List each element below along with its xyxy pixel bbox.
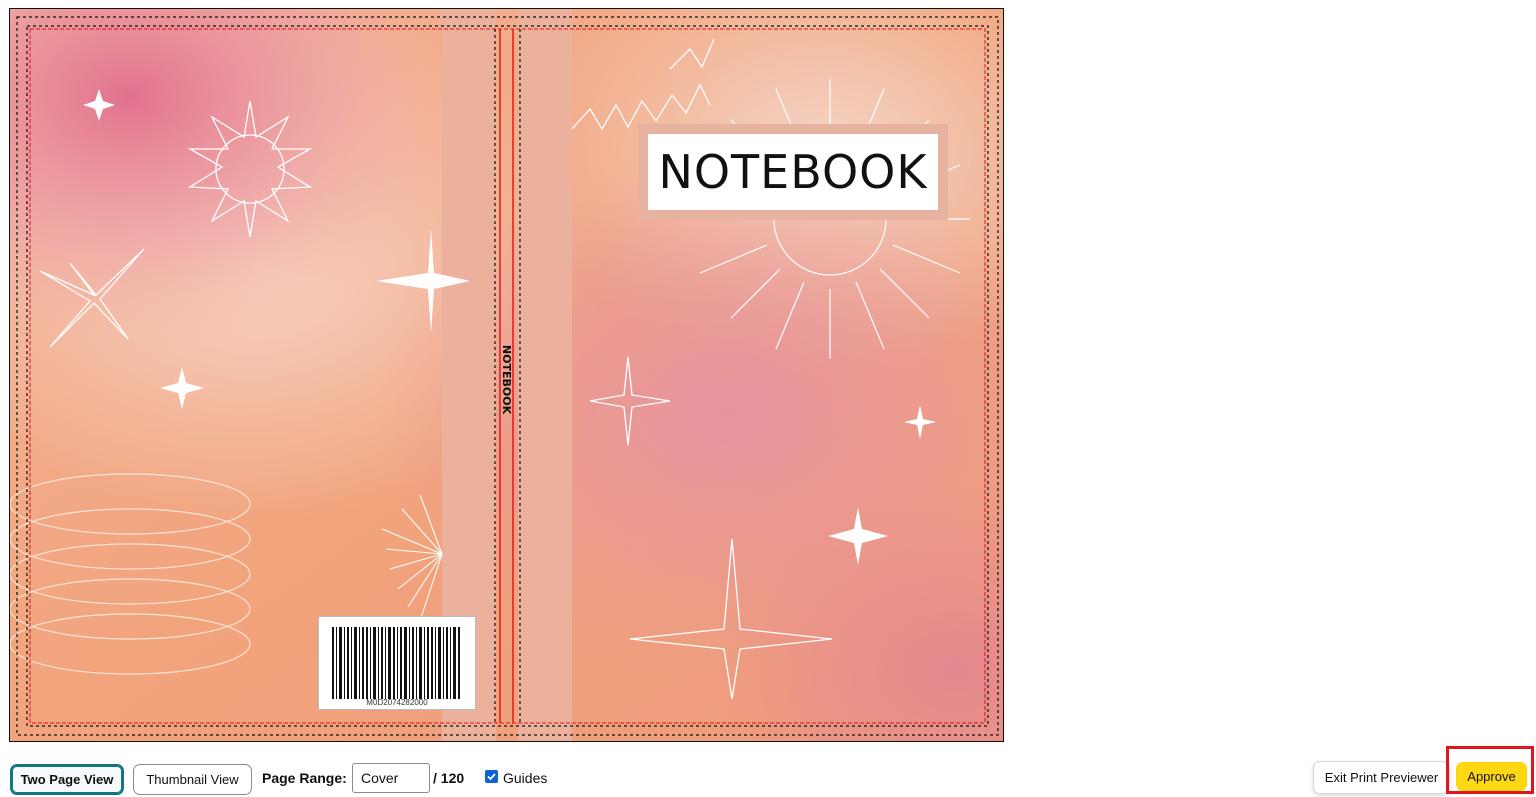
page-range-label: Page Range: — [262, 770, 347, 786]
barcode: M0D2074282000 — [318, 616, 476, 710]
barcode-bars — [332, 627, 460, 699]
cover-title-box: NOTEBOOK — [638, 124, 948, 220]
thumbnail-view-button[interactable]: Thumbnail View — [133, 764, 252, 795]
barcode-number: M0D2074282000 — [366, 698, 428, 707]
exit-print-previewer-button[interactable]: Exit Print Previewer — [1313, 761, 1450, 794]
spine-title: NOTEBOOK — [500, 339, 514, 419]
guides-checkbox[interactable] — [485, 770, 498, 783]
guides-label[interactable]: Guides — [503, 770, 547, 786]
spine-title-text: NOTEBOOK — [500, 344, 514, 414]
cover-preview: NOTEBOOK NOTEBOOK M0D2074282000 — [9, 8, 1004, 742]
page-total: / 120 — [433, 770, 465, 786]
checkmark-icon — [487, 773, 496, 781]
approve-button[interactable]: Approve — [1456, 762, 1527, 791]
page-range-input[interactable] — [352, 763, 430, 793]
spine-band-right — [518, 9, 572, 741]
two-page-view-button[interactable]: Two Page View — [10, 764, 124, 795]
cover-title: NOTEBOOK — [648, 134, 938, 210]
